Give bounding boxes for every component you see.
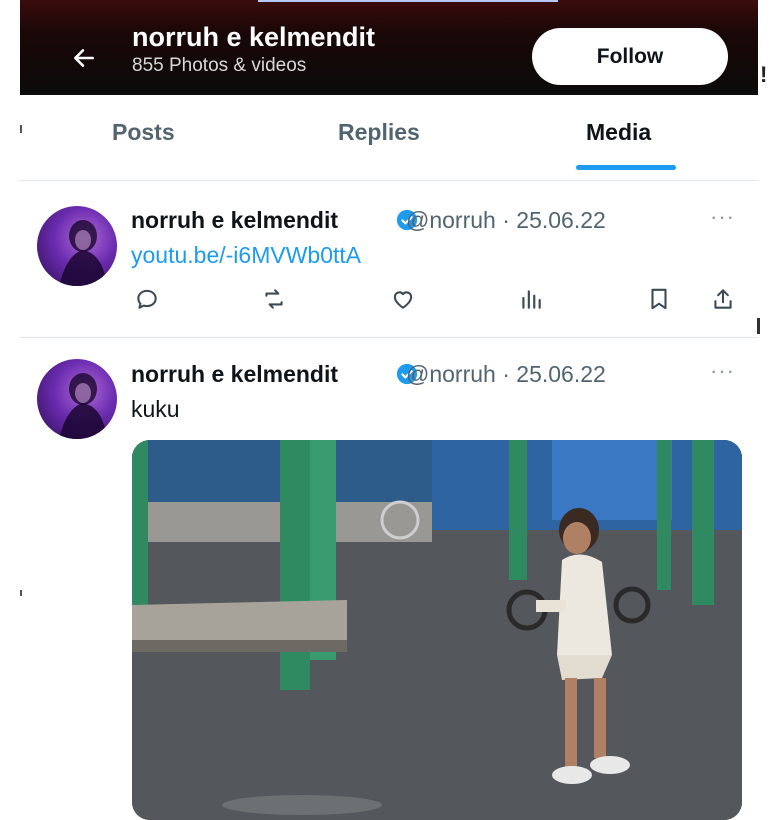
bookmark-icon[interactable] [646, 286, 672, 312]
tweet-link[interactable]: youtu.be/-i6MVWb0ttA [131, 242, 361, 269]
author-name[interactable]: norruh e kelmendit [131, 361, 338, 388]
more-icon[interactable]: ··· [710, 358, 735, 384]
tab-replies[interactable]: Replies [338, 119, 420, 146]
media-count: 855 Photos & videos [132, 55, 307, 76]
share-icon[interactable] [710, 286, 736, 312]
tweet-media[interactable] [132, 440, 742, 820]
profile-header: norruh e kelmendit 855 Photos & videos F… [20, 0, 758, 95]
left-edge-mark [20, 125, 22, 133]
header-accent-line [258, 0, 558, 2]
author-name[interactable]: norruh e kelmendit [131, 207, 338, 234]
follow-button[interactable]: Follow [532, 28, 728, 85]
avatar-image [59, 373, 107, 439]
profile-tabs: Posts Replies Media [20, 95, 758, 175]
tweet-item[interactable]: norruh e kelmendit @norruh · 25.06.22 ··… [20, 182, 758, 338]
back-button[interactable] [60, 34, 108, 82]
like-icon[interactable] [390, 286, 416, 312]
tab-media[interactable]: Media [586, 119, 651, 146]
avatar[interactable] [37, 206, 117, 286]
scroll-edge [757, 318, 760, 334]
views-icon[interactable] [518, 286, 544, 312]
edge-text: ! [760, 62, 768, 87]
video-thumbnail-image [132, 440, 742, 820]
more-icon[interactable]: ··· [710, 204, 735, 230]
active-tab-indicator [576, 165, 676, 170]
profile-name: norruh e kelmendit [132, 22, 376, 52]
avatar-image [59, 220, 107, 286]
tweet-text: kuku [131, 396, 180, 422]
avatar[interactable] [37, 359, 117, 439]
retweet-icon[interactable] [261, 286, 287, 312]
author-handle-date: @norruh · 25.06.22 [406, 361, 606, 387]
reply-icon[interactable] [134, 286, 160, 312]
arrow-left-icon [74, 49, 94, 67]
left-edge-mark [20, 590, 22, 596]
author-handle-date: @norruh · 25.06.22 [406, 207, 606, 233]
tab-posts[interactable]: Posts [112, 119, 175, 146]
tabs-divider [20, 180, 758, 181]
